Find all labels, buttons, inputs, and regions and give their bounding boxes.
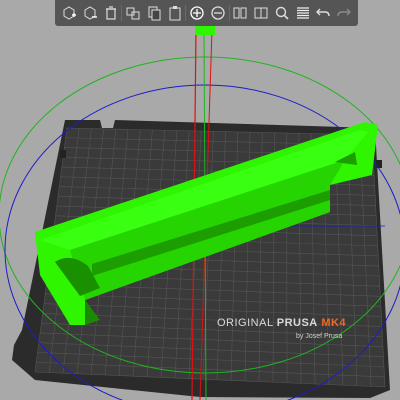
delete-all-icon xyxy=(105,6,116,20)
printer-brand-label: ORIGINAL PRUSA MK4 xyxy=(217,317,346,329)
split-parts-button[interactable] xyxy=(251,3,271,23)
remove-instance-icon xyxy=(211,6,225,20)
delete-button[interactable] xyxy=(80,3,100,23)
add-icon xyxy=(63,6,76,20)
search-button[interactable] xyxy=(272,3,292,23)
search-icon xyxy=(275,6,289,20)
copy-button[interactable] xyxy=(144,3,164,23)
redo-button[interactable] xyxy=(334,3,354,23)
split-objects-icon xyxy=(233,7,247,19)
split-parts-icon xyxy=(254,7,268,19)
arrange-button[interactable] xyxy=(123,3,143,23)
remove-instance-button[interactable] xyxy=(208,3,228,23)
gizmo-handle-top[interactable] xyxy=(195,25,215,35)
delete-icon xyxy=(84,6,97,20)
bed-notch xyxy=(376,160,382,168)
paste-icon xyxy=(169,6,180,21)
brand-model: MK4 xyxy=(321,317,347,329)
brand-prefix: ORIGINAL xyxy=(217,317,274,329)
3d-scene-canvas[interactable] xyxy=(0,0,400,400)
split-objects-button[interactable] xyxy=(230,3,250,23)
main-toolbar xyxy=(55,0,358,26)
bed-notch xyxy=(60,150,66,158)
add-instance-button[interactable] xyxy=(187,3,207,23)
layers-editing-icon xyxy=(296,7,309,19)
add-instance-icon xyxy=(190,6,204,20)
printer-author-label: by Josef Prusa xyxy=(296,333,343,340)
layers-editing-button[interactable] xyxy=(293,3,313,23)
redo-icon xyxy=(337,8,351,17)
delete-all-button[interactable] xyxy=(101,3,121,23)
undo-button[interactable] xyxy=(313,3,333,23)
add-button[interactable] xyxy=(59,3,79,23)
copy-icon xyxy=(148,6,161,21)
brand-name: PRUSA xyxy=(276,317,318,329)
arrange-icon xyxy=(126,7,140,20)
undo-icon xyxy=(316,8,330,17)
paste-button[interactable] xyxy=(165,3,185,23)
